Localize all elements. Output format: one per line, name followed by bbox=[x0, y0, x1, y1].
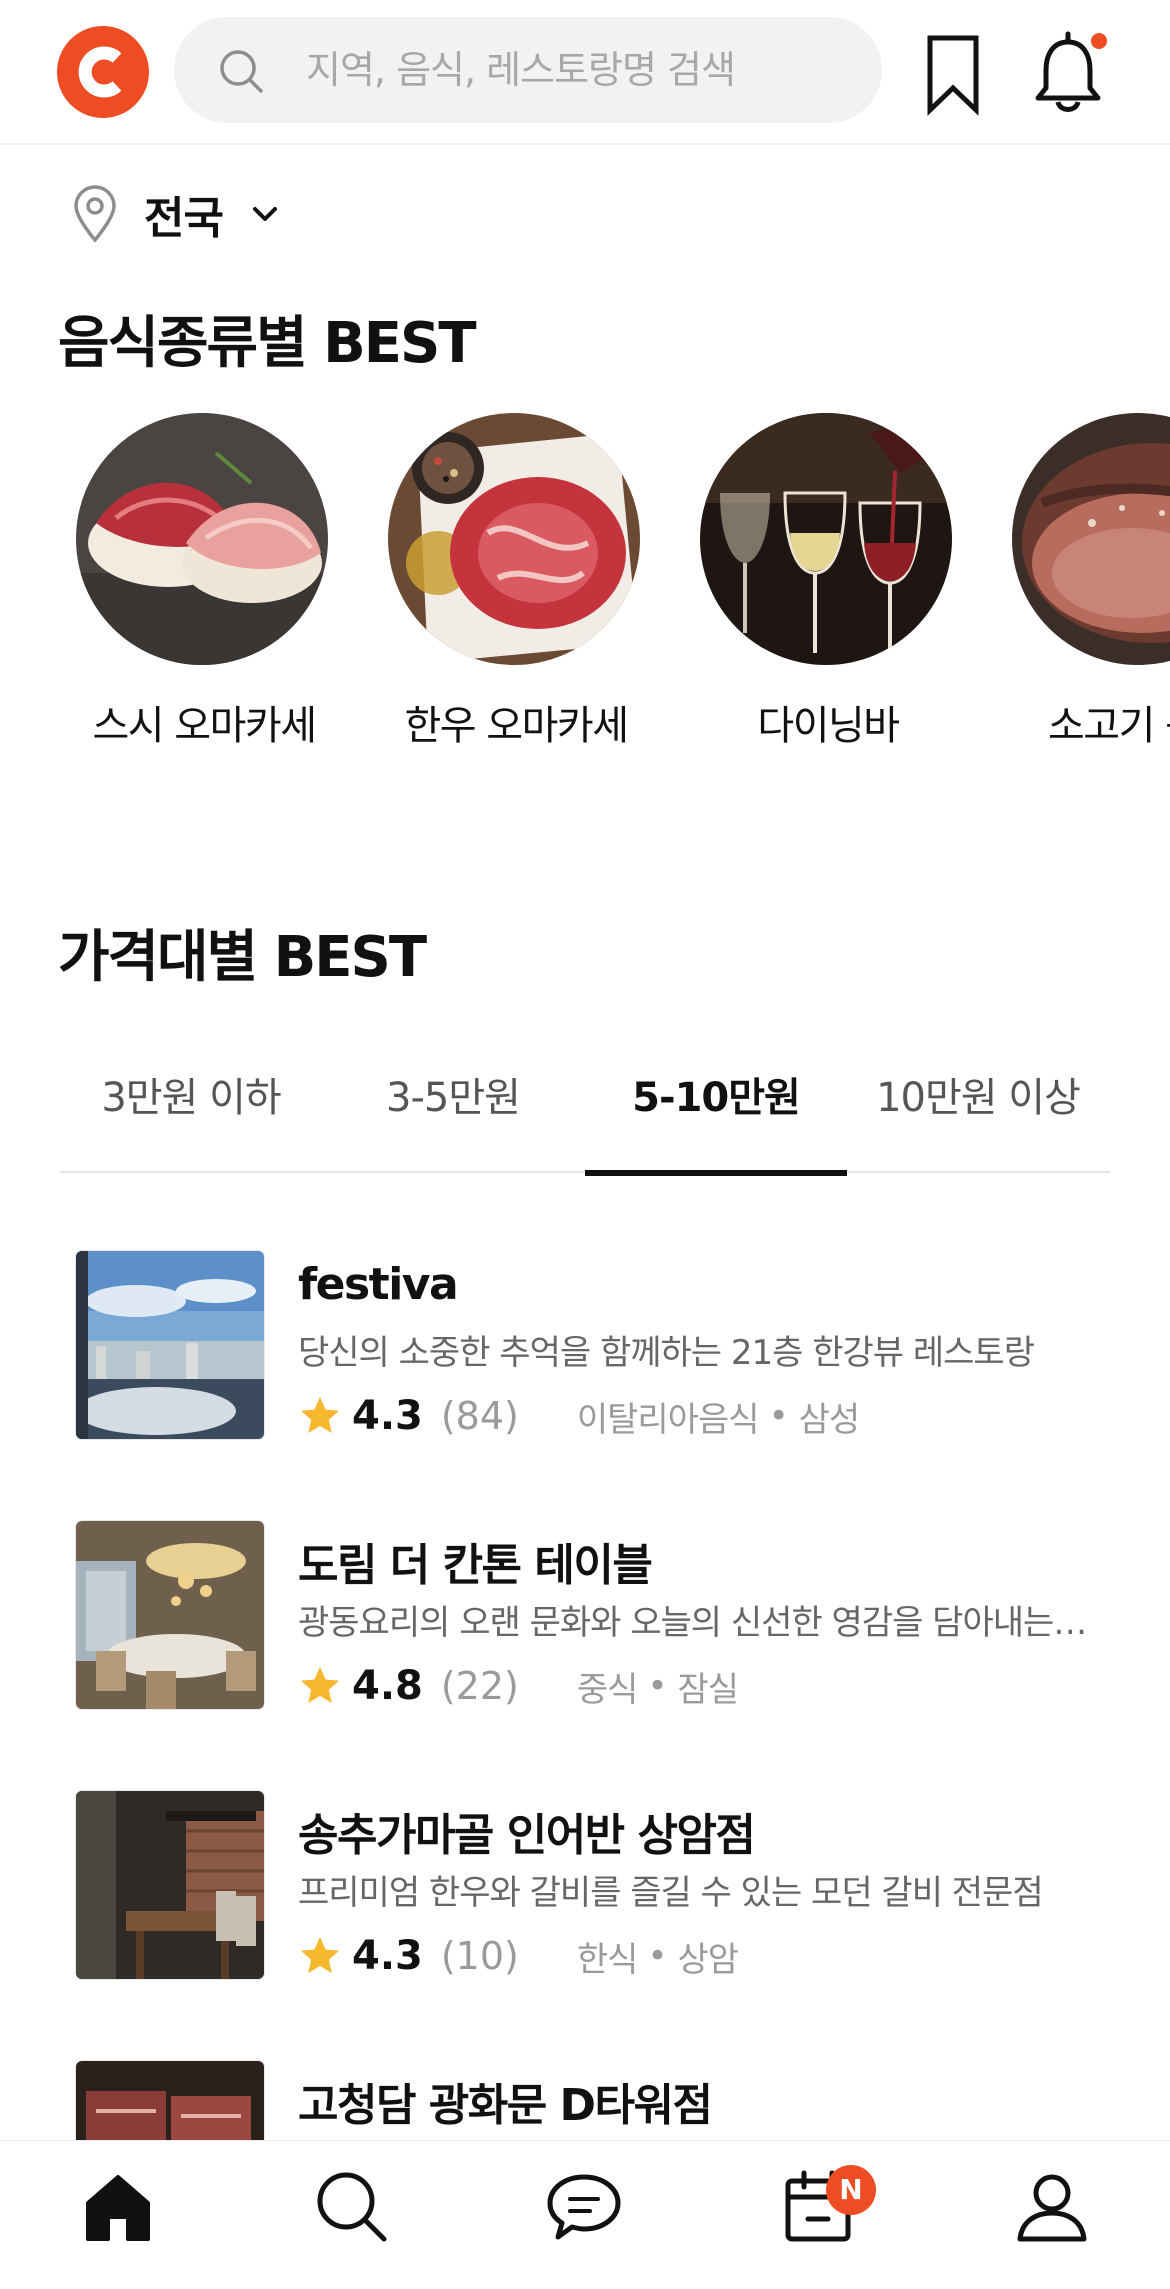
category-label: 스시 오마카세 bbox=[92, 703, 317, 749]
review-count: (84) bbox=[440, 1394, 519, 1438]
bookmark-icon[interactable] bbox=[914, 28, 994, 118]
meta-separator: • bbox=[647, 1666, 668, 1706]
logo-icon bbox=[78, 46, 122, 98]
location-pin-icon bbox=[74, 185, 116, 243]
category-item[interactable]: 한우 오마카세 bbox=[388, 413, 644, 751]
steak-photo-icon bbox=[1012, 413, 1170, 665]
profile-icon bbox=[1017, 2174, 1087, 2242]
home-icon bbox=[86, 2175, 150, 2241]
nav-profile[interactable] bbox=[1002, 2169, 1102, 2259]
restaurant-thumbnail bbox=[76, 1791, 264, 1979]
restaurant-meta: 4.3 (10) 한식 • 상암 bbox=[298, 1931, 740, 1981]
tab-over-100k[interactable]: 10만원 이상 bbox=[847, 1060, 1109, 1173]
restaurant-name: 고청담 광화문 D타워점 bbox=[298, 2080, 713, 2131]
nav-search[interactable] bbox=[302, 2169, 402, 2259]
rating-value: 4.3 bbox=[352, 1393, 423, 1439]
search-placeholder: 지역, 음식, 레스토랑명 검색 bbox=[306, 48, 736, 92]
restaurant-list-item[interactable]: 송추가마골 인어반 상암점 프리미엄 한우와 갈비를 즐길 수 있는 모던 갈비… bbox=[76, 1791, 1116, 1981]
category-label: 다이닝바 bbox=[757, 703, 900, 749]
chat-icon bbox=[547, 2174, 621, 2240]
restaurant-area: 잠실 bbox=[677, 1669, 740, 1710]
restaurant-area: 삼성 bbox=[798, 1399, 861, 1440]
cuisine-type: 한식 bbox=[576, 1939, 639, 1980]
region-label: 전국 bbox=[144, 193, 224, 244]
cuisine-type: 중식 bbox=[576, 1669, 639, 1710]
restaurant-thumbnail bbox=[76, 1521, 264, 1709]
restaurant-meta: 4.3 (84) 이탈리아음식 • 삼성 bbox=[298, 1391, 861, 1441]
review-count: (10) bbox=[440, 1934, 519, 1978]
category-label: 소고기 구 bbox=[1048, 703, 1170, 749]
star-icon bbox=[301, 1667, 339, 1703]
price-best-title: 가격대별 BEST bbox=[58, 925, 427, 990]
bottom-navigation bbox=[0, 2140, 1170, 2289]
new-badge: N bbox=[826, 2165, 876, 2215]
tab-under-30k[interactable]: 3만원 이하 bbox=[60, 1060, 322, 1173]
notification-bell-icon[interactable] bbox=[1028, 28, 1108, 118]
search-icon bbox=[317, 2172, 387, 2242]
category-item[interactable]: 소고기 구 bbox=[1012, 413, 1170, 751]
price-tabs: 3만원 이하 3-5만원 5-10만원 10만원 이상 bbox=[60, 1060, 1110, 1176]
wine-glasses-photo-icon bbox=[700, 413, 952, 665]
notification-dot bbox=[1091, 33, 1107, 49]
restaurant-name: festiva bbox=[298, 1259, 459, 1310]
restaurant-description: 프리미엄 한우와 갈비를 즐길 수 있는 모던 갈비 전문점 bbox=[298, 1873, 1044, 1913]
category-label: 한우 오마카세 bbox=[404, 703, 629, 749]
search-bar[interactable]: 지역, 음식, 레스토랑명 검색 bbox=[174, 17, 882, 123]
rating-value: 4.3 bbox=[352, 1933, 423, 1979]
restaurant-area: 상암 bbox=[677, 1939, 740, 1980]
sushi-photo-icon bbox=[76, 413, 328, 665]
search-icon bbox=[220, 50, 263, 93]
restaurant-list-item[interactable]: festiva 당신의 소중한 추억을 함께하는 21층 한강뷰 레스토랑 4.… bbox=[76, 1251, 1116, 1441]
raw-beef-photo-icon bbox=[388, 413, 640, 665]
meta-separator: • bbox=[647, 1936, 668, 1976]
nav-home[interactable] bbox=[68, 2169, 168, 2259]
star-icon bbox=[301, 1937, 339, 1973]
rating-value: 4.8 bbox=[352, 1663, 423, 1709]
tab-30k-50k[interactable]: 3-5만원 bbox=[322, 1060, 584, 1173]
category-best-title: 음식종류별 BEST bbox=[58, 311, 477, 376]
category-item[interactable]: 스시 오마카세 bbox=[76, 413, 332, 751]
restaurant-thumbnail bbox=[76, 1251, 264, 1439]
top-header: 지역, 음식, 레스토랑명 검색 bbox=[0, 0, 1170, 145]
chevron-down-icon bbox=[252, 207, 277, 221]
restaurant-list-item[interactable]: 도림 더 칸톤 테이블 광동요리의 오랜 문화와 오늘의 신선한 영감을 담아내… bbox=[76, 1521, 1116, 1711]
nav-chat[interactable] bbox=[534, 2169, 634, 2259]
restaurant-name: 송추가마골 인어반 상암점 bbox=[298, 1810, 756, 1861]
tab-50k-100k[interactable]: 5-10만원 bbox=[585, 1060, 847, 1176]
restaurant-description: 당신의 소중한 추억을 함께하는 21층 한강뷰 레스토랑 bbox=[298, 1333, 1035, 1373]
review-count: (22) bbox=[440, 1664, 519, 1708]
region-selector[interactable]: 전국 bbox=[70, 184, 281, 244]
restaurant-meta: 4.8 (22) 중식 • 잠실 bbox=[298, 1661, 740, 1711]
star-icon bbox=[301, 1397, 339, 1433]
cuisine-type: 이탈리아음식 bbox=[576, 1399, 760, 1440]
restaurant-name: 도림 더 칸톤 테이블 bbox=[298, 1540, 653, 1591]
restaurant-description: 광동요리의 오랜 문화와 오늘의 신선한 영감을 담아내는 공간 bbox=[298, 1603, 1088, 1643]
app-logo[interactable] bbox=[57, 26, 149, 118]
category-item[interactable]: 다이닝바 bbox=[700, 413, 956, 751]
meta-separator: • bbox=[768, 1396, 789, 1436]
